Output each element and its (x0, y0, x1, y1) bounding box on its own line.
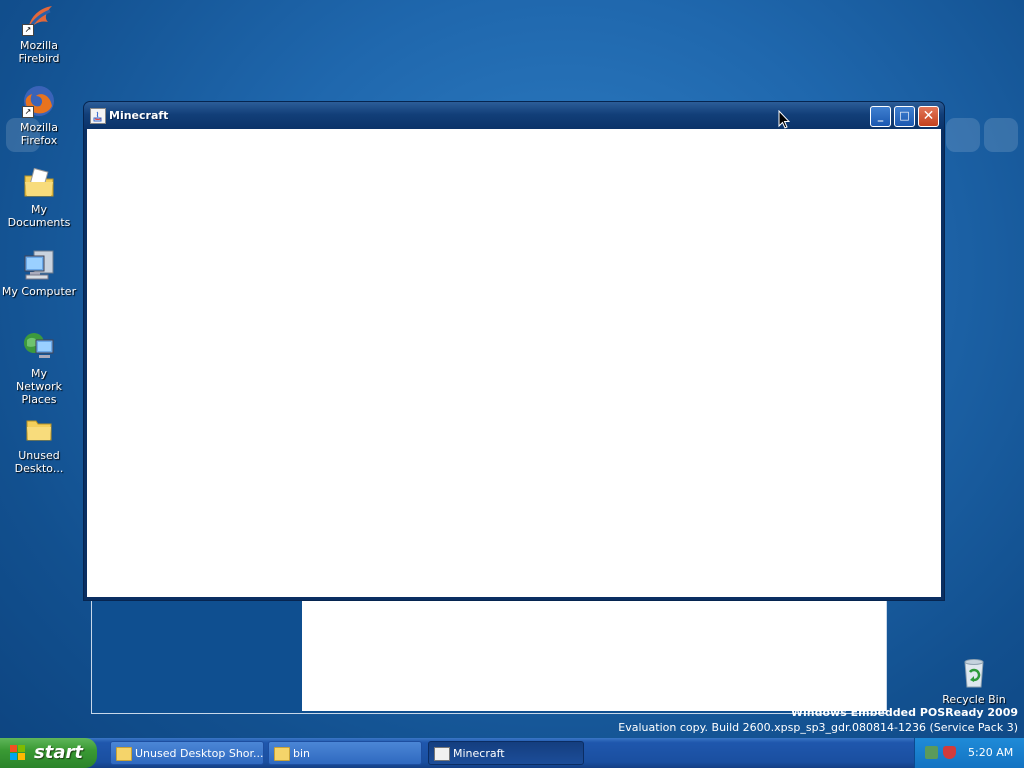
window-titlebar[interactable]: Minecraft _ □ ✕ (84, 102, 944, 129)
desktop-icon-label: My Network Places (16, 367, 62, 406)
desktop-icon-my-computer[interactable]: My Computer (1, 248, 77, 298)
java-app-icon[interactable] (90, 108, 106, 124)
security-shield-icon[interactable] (943, 746, 956, 759)
minimize-button[interactable]: _ (870, 106, 891, 127)
desktop-icon-label: Mozilla Firefox (20, 121, 58, 147)
os-watermark-title: Windows Embedded POSReady 2009 (790, 706, 1018, 719)
documents-icon (22, 166, 56, 200)
windows-flag-icon (10, 745, 26, 761)
taskbar-item-label: bin (293, 747, 311, 760)
window-title: Minecraft (109, 109, 169, 122)
desktop-decor (984, 118, 1018, 152)
recycle-bin-icon (957, 656, 991, 690)
network-icon (22, 330, 56, 364)
maximize-button[interactable]: □ (894, 106, 915, 127)
desktop-icon-label: Unused Deskto... (14, 449, 64, 475)
network-tray-icon[interactable] (925, 746, 938, 759)
background-window-content (302, 597, 886, 711)
taskbar-item-unused-desktop-shortcuts[interactable]: Unused Desktop Shor... (110, 741, 264, 765)
taskbar-item-label: Unused Desktop Shor... (135, 747, 264, 760)
computer-icon (22, 248, 56, 282)
desktop-icon-my-network-places[interactable]: My Network Places (1, 330, 77, 406)
minecraft-window[interactable]: Minecraft _ □ ✕ (84, 102, 944, 600)
taskbar-item-label: Minecraft (453, 747, 505, 760)
system-tray: 5:20 AM (914, 738, 1024, 768)
desktop-decor (946, 118, 980, 152)
background-window (91, 596, 887, 714)
desktop-icon-recycle-bin[interactable]: Recycle Bin (936, 656, 1012, 706)
start-button[interactable]: start (0, 738, 97, 768)
taskbar: start Unused Desktop Shor... bin Minecra… (0, 738, 1024, 768)
desktop-icon-mozilla-firebird[interactable]: ↗ Mozilla Firebird (1, 2, 77, 65)
desktop-icon-unused-desktop-shortcuts[interactable]: Unused Deskto... (1, 412, 77, 475)
desktop-icon-mozilla-firefox[interactable]: ↗ Mozilla Firefox (1, 84, 77, 147)
close-button[interactable]: ✕ (918, 106, 939, 127)
desktop-icon-label: Recycle Bin (942, 693, 1006, 706)
start-label: start (34, 742, 83, 763)
firebird-icon: ↗ (22, 2, 56, 36)
clock[interactable]: 5:20 AM (968, 746, 1013, 759)
folder-icon (274, 747, 290, 761)
game-canvas[interactable] (87, 129, 941, 597)
os-watermark-build: Evaluation copy. Build 2600.xpsp_sp3_gdr… (618, 721, 1018, 734)
taskbar-item-bin[interactable]: bin (268, 741, 422, 765)
desktop-icon-label: Mozilla Firebird (18, 39, 60, 65)
mouse-cursor-icon (778, 110, 790, 129)
folder-icon (116, 747, 132, 761)
taskbar-item-minecraft[interactable]: Minecraft (428, 741, 584, 765)
desktop-icon-label: My Documents (7, 203, 71, 229)
desktop-icon-label: My Computer (1, 285, 77, 298)
java-app-icon (434, 747, 450, 761)
firefox-icon: ↗ (22, 84, 56, 118)
desktop-icon-my-documents[interactable]: My Documents (1, 166, 77, 229)
folder-icon (22, 412, 56, 446)
